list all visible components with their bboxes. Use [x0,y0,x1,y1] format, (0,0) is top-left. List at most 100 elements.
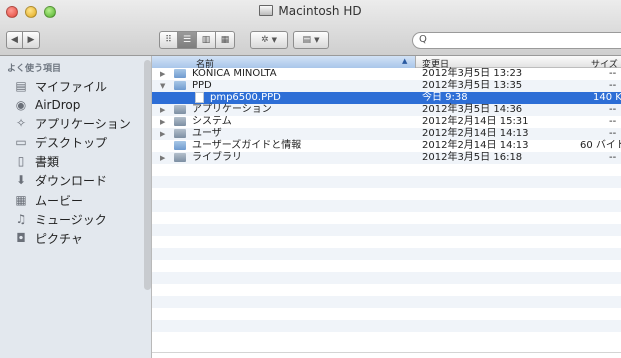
back-button[interactable]: ◀ [6,31,23,49]
empty-row [152,176,621,188]
sort-ascending-icon: ▲ [402,57,408,65]
gear-icon: ✲ [261,35,269,45]
empty-row [152,236,621,248]
file-list-view: 名前 ▲ 変更日 サイズ ▶ KONICA MINOLTA 2012年3月5日 … [152,56,621,358]
disclosure-triangle-icon[interactable]: ▶ [160,152,165,164]
sidebar-item-label: AirDrop [35,98,81,112]
file-name: ユーザーズガイドと情報 [192,140,302,151]
sidebar-item-documents[interactable]: ▯ 書類 [14,151,59,171]
sidebar-item-music[interactable]: ♫ ミュージック [14,209,107,229]
all-files-icon: ▤ [15,79,27,93]
icon-view-icon: ⠿ [165,35,172,45]
file-row-pmp6500-ppd[interactable]: pmp6500.PPD 今日 9:38 140 KB [152,92,621,104]
system-folder-icon [174,117,186,126]
pictures-icon: ◘ [16,231,26,245]
file-name: ユーザ [192,128,222,139]
empty-row [152,260,621,272]
sidebar-scrollbar[interactable] [144,60,151,290]
window-titlebar: Macintosh HD ◀ ▶ ⠿ ☰ ▥ ▦ ✲ ▼ ▤ ▼ Q [0,0,621,56]
file-date: 今日 9:38 [422,92,468,103]
status-bar-edge [152,352,621,358]
file-date: 2012年3月5日 14:36 [422,104,523,115]
sidebar-item-pictures[interactable]: ◘ ピクチャ [14,228,83,248]
empty-row [152,272,621,284]
column-view-button[interactable]: ▥ [197,31,216,49]
sidebar-item-downloads[interactable]: ⬇ ダウンロード [14,170,107,190]
column-view-icon: ▥ [201,35,211,45]
folder-icon [174,69,186,78]
empty-row [152,248,621,260]
disclosure-triangle-icon[interactable]: ▶ [160,128,165,140]
chevron-down-icon: ▼ [271,36,277,44]
document-icon [195,92,204,103]
file-date: 2012年3月5日 13:35 [422,80,523,91]
file-size: -- [609,104,617,115]
file-date: 2012年3月5日 16:18 [422,152,523,163]
disclosure-triangle-icon[interactable]: ▶ [160,116,165,128]
arrange-icon: ▤ [302,35,312,45]
view-mode-control: ⠿ ☰ ▥ ▦ [159,31,235,49]
file-date: 2012年2月14日 14:13 [422,128,529,139]
forward-button[interactable]: ▶ [23,31,40,49]
sidebar-item-label: ムービー [35,193,84,208]
sidebar-item-movies[interactable]: ▦ ムービー [14,190,83,210]
file-row-konica-minolta[interactable]: ▶ KONICA MINOLTA 2012年3月5日 13:23 -- [152,68,621,80]
file-name: pmp6500.PPD [210,92,281,103]
documents-icon: ▯ [17,154,25,168]
file-size: -- [609,128,617,139]
disclosure-triangle-icon[interactable]: ▶ [160,104,165,116]
empty-row [152,308,621,320]
arrange-menu-button[interactable]: ▤ ▼ [293,31,329,49]
system-folder-icon [174,105,186,114]
file-rows: ▶ KONICA MINOLTA 2012年3月5日 13:23 -- ▼ PP… [152,68,621,332]
sidebar-item-applications[interactable]: ✧ アプリケーション [14,113,131,133]
folder-icon [174,81,186,90]
empty-row [152,320,621,332]
list-view-button[interactable]: ☰ [178,31,197,49]
list-view-icon: ☰ [182,35,192,45]
sidebar: よく使う項目 ▤ マイファイル ◉ AirDrop ✧ アプリケーション ▭ デ… [0,56,152,358]
file-size: -- [609,68,617,79]
file-row-users[interactable]: ▶ ユーザ 2012年2月14日 14:13 -- [152,128,621,140]
sidebar-item-airdrop[interactable]: ◉ AirDrop [14,95,81,115]
file-name: アプリケーション [192,104,272,115]
file-row-ppd[interactable]: ▼ PPD 2012年3月5日 13:35 -- [152,80,621,92]
file-size: 60 バイト [580,140,621,151]
movies-icon: ▦ [15,193,27,207]
file-name: ライブラリ [192,152,242,163]
file-size: -- [609,152,617,163]
window-title: Macintosh HD [0,4,621,18]
file-row-library[interactable]: ▶ ライブラリ 2012年3月5日 16:18 -- [152,152,621,164]
search-field[interactable]: Q [412,32,621,49]
coverflow-view-button[interactable]: ▦ [216,31,235,49]
system-folder-icon [174,129,186,138]
desktop-icon: ▭ [15,135,27,149]
action-menu-button[interactable]: ✲ ▼ [250,31,288,49]
disclosure-triangle-expanded-icon[interactable]: ▼ [160,80,165,92]
disclosure-triangle-icon[interactable]: ▶ [160,68,165,80]
airdrop-icon: ◉ [15,98,27,112]
column-header-name[interactable]: 名前 ▲ [152,56,416,70]
file-date: 2012年3月5日 13:23 [422,68,523,79]
empty-row [152,200,621,212]
empty-row [152,212,621,224]
file-size: -- [609,80,617,91]
system-folder-icon [174,153,186,162]
file-name: KONICA MINOLTA [192,68,277,79]
chevron-left-icon: ◀ [11,35,18,45]
sidebar-item-label: 書類 [35,154,60,169]
downloads-icon: ⬇ [15,173,27,187]
file-name: システム [192,116,232,127]
sidebar-item-label: マイファイル [35,79,108,94]
hard-disk-icon [259,5,274,16]
window-title-text: Macintosh HD [278,4,362,18]
sidebar-item-my-files[interactable]: ▤ マイファイル [14,76,107,96]
chevron-right-icon: ▶ [27,35,35,45]
file-row-users-guide[interactable]: ユーザーズガイドと情報 2012年2月14日 14:13 60 バイト [152,140,621,152]
file-row-applications[interactable]: ▶ アプリケーション 2012年3月5日 14:36 -- [152,104,621,116]
sidebar-item-label: アプリケーション [35,116,131,131]
icon-view-button[interactable]: ⠿ [159,31,178,49]
sidebar-item-desktop[interactable]: ▭ デスクトップ [14,132,107,152]
file-row-system[interactable]: ▶ システム 2012年2月14日 15:31 -- [152,116,621,128]
sidebar-item-label: ダウンロード [35,173,108,188]
